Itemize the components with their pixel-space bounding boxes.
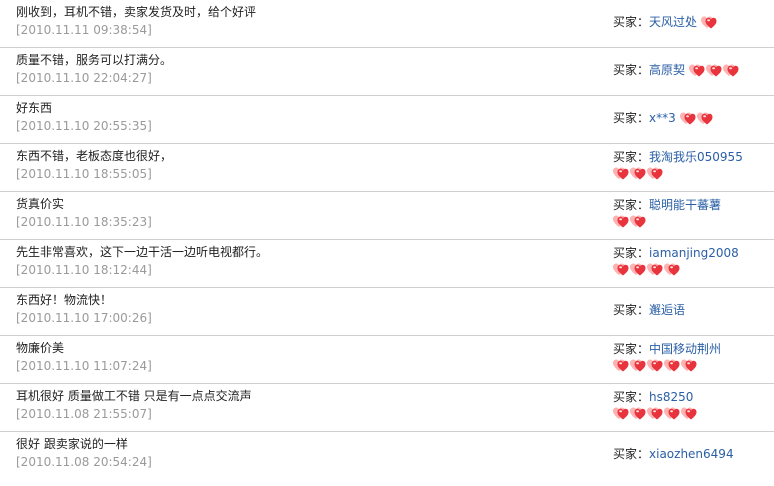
heart-icon [664,359,680,372]
buyer-name-link[interactable]: 中国移动荆州 [649,342,721,356]
review-comment: 好东西 [16,101,53,115]
credit-hearts[interactable] [679,112,714,128]
buyer-label: 买家： [613,303,650,317]
heart-icon [701,16,717,29]
review-row: 先生非常喜欢，这下一边干活一边听电视都行。 [2010.11.10 18:12:4… [0,240,774,288]
heart-icon [664,263,680,276]
heart-icon [613,359,629,372]
review-comment: 物廉价美 [16,341,65,355]
heart-icon [613,263,629,276]
review-date: [2010.11.10 11:07:24] [16,359,152,373]
buyer-info: 买家：高原契 [613,61,771,80]
buyer-info: 买家：hs8250 [613,388,771,423]
buyer-label: 买家： [613,447,650,461]
review-row: 质量不错，服务可以打满分。 [2010.11.10 22:04:27] 买家：高原契 [0,48,774,96]
heart-icon [647,359,663,372]
review-comment: 很好 跟卖家说的一样 [16,437,128,451]
heart-icon [664,407,680,420]
heart-icon [723,64,739,77]
credit-hearts[interactable] [613,407,771,423]
heart-icon [613,167,629,180]
credit-hearts[interactable] [613,359,771,375]
review-date: [2010.11.10 18:35:23] [16,215,152,229]
review-row: 很好 跟卖家说的一样 [2010.11.08 20:54:24] 买家：xiaozh… [0,432,774,480]
review-row: 好东西 [2010.11.10 20:55:35] 买家：x**3 [0,96,774,144]
buyer-info: 买家：iamanjing2008 [613,244,771,279]
review-date: [2010.11.11 09:38:54] [16,23,152,37]
credit-hearts[interactable] [613,263,771,279]
review-comment: 先生非常喜欢，这下一边干活一边听电视都行。 [16,245,269,259]
review-row: 物廉价美 [2010.11.10 11:07:24] 买家：中国移动荆州 [0,336,774,384]
heart-icon [630,215,646,228]
heart-icon [681,359,697,372]
buyer-label: 买家： [613,198,650,212]
review-date: [2010.11.10 18:12:44] [16,263,152,277]
heart-icon [647,407,663,420]
review-date: [2010.11.08 21:55:07] [16,407,152,421]
buyer-label: 买家： [613,342,650,356]
heart-icon [647,167,663,180]
buyer-name-link[interactable]: iamanjing2008 [649,246,739,260]
review-row: 东西好！物流快！ [2010.11.10 17:00:26] 买家：邂逅语 [0,288,774,336]
heart-icon [706,64,722,77]
buyer-info: 买家：x**3 [613,109,771,128]
heart-icon [696,112,713,125]
review-row: 货真价实 [2010.11.10 18:35:23] 买家：聪明能干蕃薯 [0,192,774,240]
buyer-name-link[interactable]: 邂逅语 [649,303,685,317]
heart-icon [679,112,696,125]
review-row: 东西不错，老板态度也很好， [2010.11.10 18:55:05] 买家：我淘我… [0,144,774,192]
buyer-name-link[interactable]: hs8250 [649,390,693,404]
buyer-info: 买家：天风过处 [613,13,771,32]
buyer-info: 买家：邂逅语 [613,301,771,318]
buyer-info: 买家：中国移动荆州 [613,340,771,375]
buyer-name-link[interactable]: x**3 [649,111,676,125]
buyer-label: 买家： [613,390,650,404]
review-comment: 刚收到，耳机不错，卖家发货及时，给个好评 [16,5,257,19]
buyer-label: 买家： [613,63,650,77]
buyer-info: 买家：聪明能干蕃薯 [613,196,771,231]
heart-icon [630,407,646,420]
heart-icon [689,64,705,77]
review-row: 耳机很好 质量做工不错 只是有一点点交流声 [2010.11.08 21:55:0… [0,384,774,432]
review-comment: 货真价实 [16,197,65,211]
review-date: [2010.11.10 22:04:27] [16,71,152,85]
credit-hearts[interactable] [689,64,740,80]
heart-icon [681,407,697,420]
credit-hearts[interactable] [701,16,718,32]
heart-icon [630,263,646,276]
heart-icon [613,215,629,228]
review-comment: 东西不错，老板态度也很好， [16,149,173,163]
buyer-label: 买家： [613,246,650,260]
buyer-label: 买家： [613,150,650,164]
heart-icon [647,263,663,276]
heart-icon [630,167,646,180]
heart-icon [613,407,629,420]
credit-hearts[interactable] [613,215,771,231]
buyer-label: 买家： [613,15,650,29]
buyer-name-link[interactable]: 我淘我乐050955 [649,150,743,164]
buyer-info: 买家：xiaozhen6494 [613,445,771,462]
buyer-name-link[interactable]: xiaozhen6494 [649,447,734,461]
review-row: 刚收到，耳机不错，卖家发货及时，给个好评 [2010.11.11 09:38:54… [0,0,774,48]
buyer-name-link[interactable]: 聪明能干蕃薯 [649,198,721,212]
review-date: [2010.11.08 20:54:24] [16,455,152,469]
review-comment: 东西好！物流快！ [16,293,113,307]
credit-hearts[interactable] [613,167,771,183]
review-date: [2010.11.10 18:55:05] [16,167,152,181]
buyer-label: 买家： [613,111,650,125]
review-date: [2010.11.10 17:00:26] [16,311,152,325]
buyer-name-link[interactable]: 天风过处 [649,15,697,29]
review-comment: 耳机很好 质量做工不错 只是有一点点交流声 [16,389,252,403]
heart-icon [630,359,646,372]
buyer-info: 买家：我淘我乐050955 [613,148,771,183]
review-comment: 质量不错，服务可以打满分。 [16,53,173,67]
review-date: [2010.11.10 20:55:35] [16,119,152,133]
review-list: 刚收到，耳机不错，卖家发货及时，给个好评 [2010.11.11 09:38:54… [0,0,774,480]
buyer-name-link[interactable]: 高原契 [649,63,685,77]
